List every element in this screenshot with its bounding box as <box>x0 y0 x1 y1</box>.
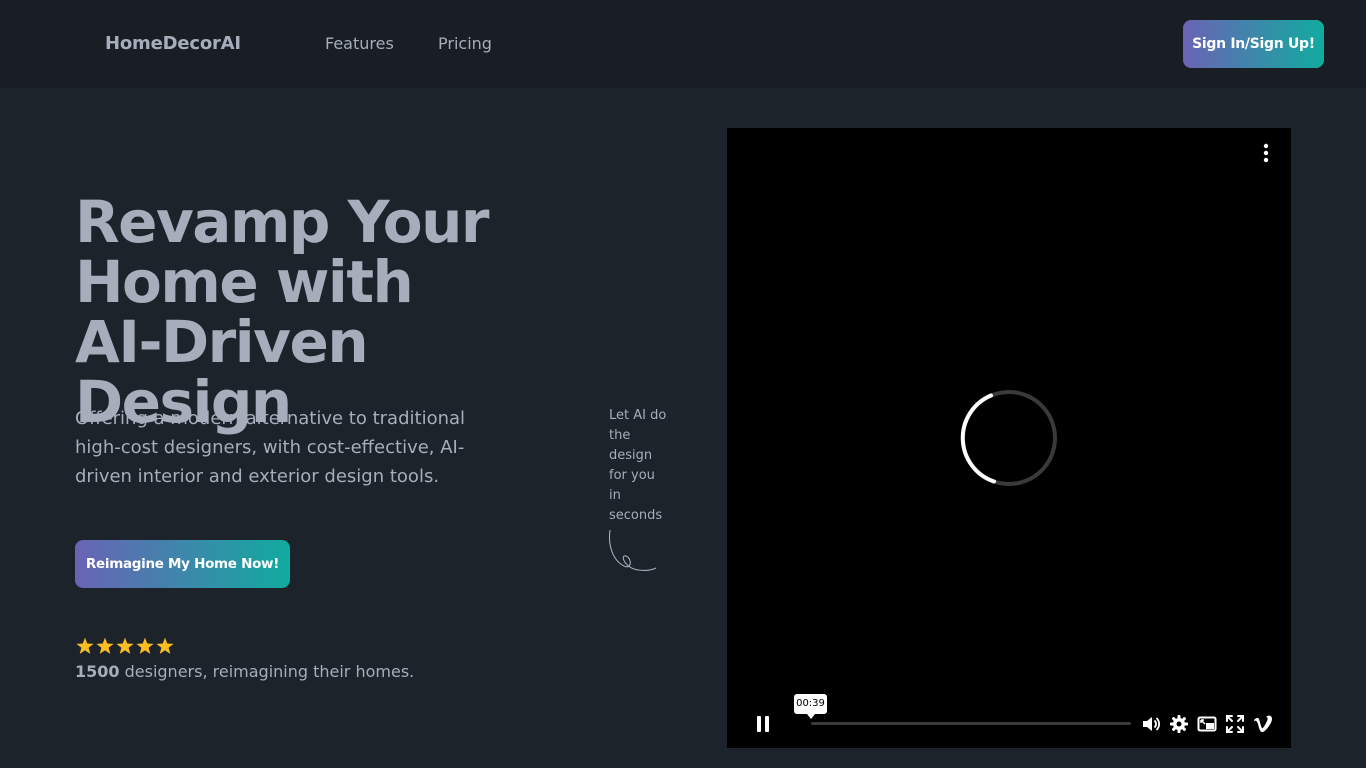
vimeo-logo-icon[interactable] <box>1253 714 1273 734</box>
hero-title: Revamp Your Home with AI-Driven Design <box>75 188 490 436</box>
video-player[interactable]: 00:39 <box>727 128 1291 748</box>
nav-link-pricing[interactable]: Pricing <box>438 34 492 53</box>
star-icons <box>76 637 174 654</box>
loading-spinner-icon <box>960 390 1057 486</box>
rating-text: designers, reimagining their homes. <box>119 662 415 681</box>
settings-gear-icon[interactable] <box>1169 714 1189 734</box>
volume-icon[interactable] <box>1141 714 1161 734</box>
star-icon <box>116 637 134 654</box>
hero-subtitle: Offering a modern alternative to traditi… <box>75 408 466 487</box>
rating-line: 1500 designers, reimagining their homes. <box>75 662 414 681</box>
star-icon <box>96 637 114 654</box>
rating-count: 1500 <box>75 662 120 681</box>
side-note: Let AI do the design for you in seconds <box>609 408 667 523</box>
star-icon <box>136 637 154 654</box>
rating-stars <box>75 636 175 656</box>
pause-icon[interactable] <box>755 715 771 733</box>
curly-arrow-icon <box>608 529 657 571</box>
reimagine-home-button[interactable]: Reimagine My Home Now! <box>75 540 290 588</box>
star-icon <box>156 637 174 654</box>
sign-in-button[interactable]: Sign In/Sign Up! <box>1183 20 1324 68</box>
fullscreen-icon[interactable] <box>1225 714 1245 734</box>
picture-in-picture-icon[interactable] <box>1197 714 1217 734</box>
brand-logo[interactable]: HomeDecorAI <box>105 33 241 54</box>
navbar: HomeDecorAI Features Pricing Sign In/Sig… <box>0 0 1366 88</box>
nav-link-features[interactable]: Features <box>325 34 394 53</box>
more-vertical-icon[interactable] <box>1256 142 1276 164</box>
progress-bar[interactable] <box>811 722 1131 725</box>
star-icon <box>76 637 94 654</box>
time-tooltip: 00:39 <box>794 694 827 719</box>
